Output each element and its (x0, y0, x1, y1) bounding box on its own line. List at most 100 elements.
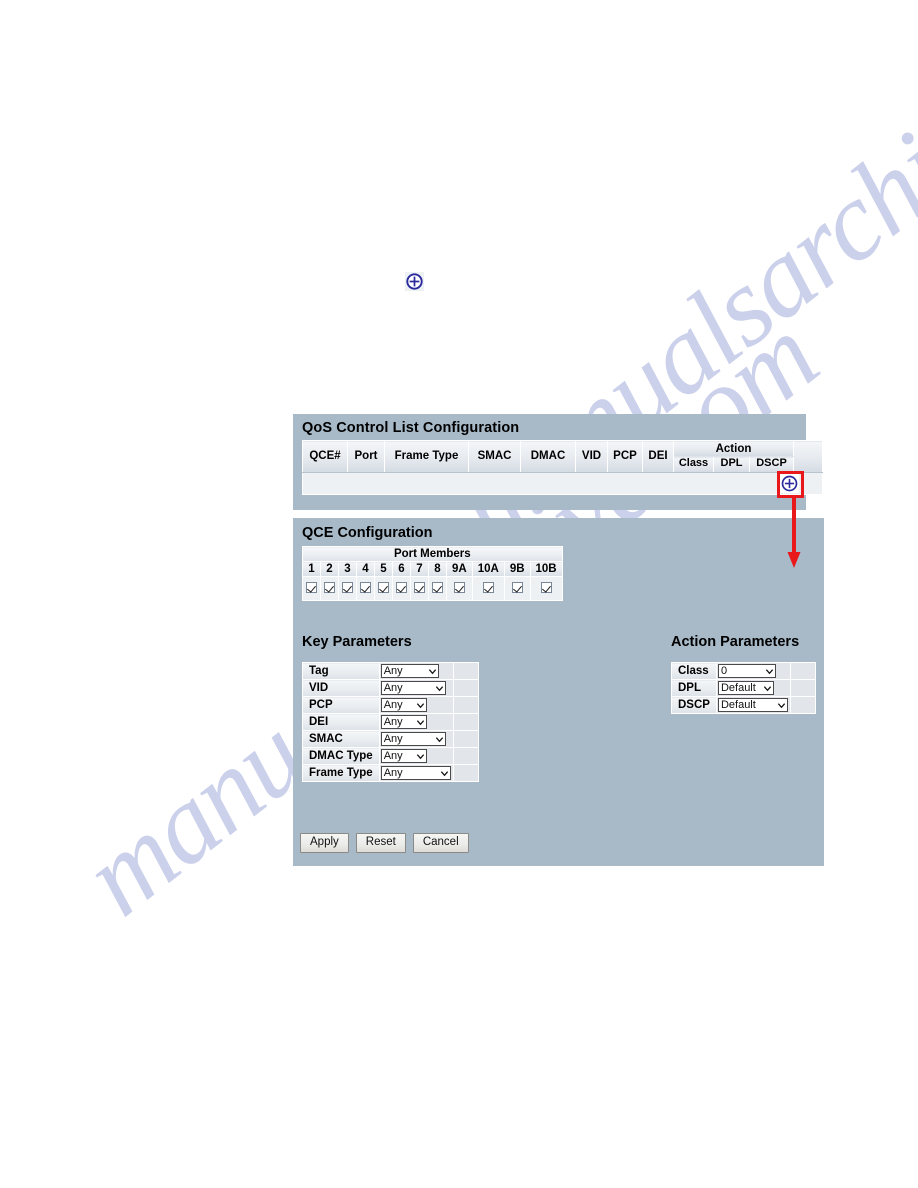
port-checkbox-cell-5[interactable] (374, 576, 393, 601)
key-label-dmac-type: DMAC Type (302, 747, 380, 765)
vid-select[interactable]: Any (380, 681, 446, 695)
key-spacer-smac (452, 730, 479, 748)
key-label-vid: VID (302, 679, 380, 697)
chevron-down-icon (440, 770, 448, 776)
port-checkbox-cell-6[interactable] (392, 576, 411, 601)
port-checkbox-4[interactable] (360, 582, 371, 594)
tag-select[interactable]: Any (380, 664, 439, 678)
col-qce-number: QCE# (302, 440, 348, 473)
key-label-tag: Tag (302, 662, 380, 680)
action-parameters-heading: Action Parameters (671, 634, 800, 650)
port-checkbox-10a[interactable] (482, 582, 494, 594)
port-numbers-row: 1 2 3 4 5 6 7 8 9A 10A 9B 10B (302, 561, 563, 577)
apply-button[interactable]: Apply (300, 833, 349, 853)
key-label-dei: DEI (302, 713, 380, 731)
key-param-row-smac: SMAC Any (302, 730, 479, 748)
port-checkbox-10b[interactable] (540, 582, 552, 594)
col-action-dpl: DPL (713, 456, 750, 473)
port-checkbox-cell-8[interactable] (428, 576, 447, 601)
key-field-tag[interactable]: Any (378, 662, 454, 680)
frame-type-select-value: Any (383, 767, 403, 779)
pcp-select[interactable]: Any (380, 698, 427, 712)
cancel-button[interactable]: Cancel (412, 833, 469, 853)
chevron-down-icon (435, 685, 443, 691)
action-field-class[interactable]: 0 (715, 662, 791, 680)
action-spacer-dpl (789, 679, 816, 697)
smac-select[interactable]: Any (380, 732, 446, 746)
port-checkbox-cell-3[interactable] (338, 576, 357, 601)
key-field-pcp[interactable]: Any (378, 696, 454, 714)
col-smac: SMAC (468, 440, 521, 473)
port-checkbox-cell-7[interactable] (410, 576, 429, 601)
port-members-table: Port Members 1 2 3 4 5 6 7 8 9A 10A 9B 1… (302, 546, 563, 601)
dei-select[interactable]: Any (380, 715, 427, 729)
port-checkbox-8[interactable] (432, 582, 443, 594)
port-checkbox-cell-10b[interactable] (529, 576, 563, 601)
chevron-down-icon (777, 702, 786, 708)
panel-title: QCE Configuration (302, 525, 433, 541)
port-checkbox-cell-4[interactable] (356, 576, 375, 601)
port-checkbox-6[interactable] (396, 582, 407, 594)
action-label-dpl: DPL (671, 679, 717, 697)
annotation-arrow-icon (787, 497, 801, 568)
port-checkbox-cell-9a[interactable] (446, 576, 473, 601)
key-spacer-tag (452, 662, 479, 680)
dpl-select[interactable]: Default (717, 681, 774, 695)
port-checkbox-9a[interactable] (453, 582, 465, 594)
key-field-smac[interactable]: Any (378, 730, 454, 748)
key-param-row-tag: Tag Any (302, 662, 479, 680)
dmac-type-select[interactable]: Any (380, 749, 427, 763)
col-pcp: PCP (607, 440, 643, 473)
dscp-select[interactable]: Default (717, 698, 788, 712)
port-checkbox-1[interactable] (306, 582, 317, 594)
action-field-dscp[interactable]: Default (715, 696, 791, 714)
port-label-4: 4 (356, 561, 375, 577)
key-label-frame-type: Frame Type (302, 764, 380, 782)
port-label-3: 3 (338, 561, 357, 577)
col-frame-type: Frame Type (384, 440, 469, 473)
class-select[interactable]: 0 (717, 664, 776, 678)
key-field-dei[interactable]: Any (378, 713, 454, 731)
col-action-class: Class (673, 456, 714, 473)
col-action-group: Action (673, 440, 794, 457)
action-field-dpl[interactable]: Default (715, 679, 791, 697)
port-checkboxes-row (302, 576, 563, 601)
table-empty-row (302, 472, 823, 495)
port-label-8: 8 (428, 561, 447, 577)
port-checkbox-5[interactable] (378, 582, 389, 594)
port-checkbox-cell-9b[interactable] (503, 576, 531, 601)
port-checkbox-cell-10a[interactable] (471, 576, 505, 601)
port-label-10b: 10B (529, 561, 563, 577)
key-param-row-vid: VID Any (302, 679, 479, 697)
port-checkbox-9b[interactable] (511, 582, 523, 594)
key-field-frame-type[interactable]: Any (378, 764, 454, 782)
chevron-down-icon (435, 736, 443, 742)
frame-type-select[interactable]: Any (380, 766, 451, 780)
add-plus-icon[interactable] (405, 272, 424, 291)
port-label-5: 5 (374, 561, 393, 577)
plus-circle-icon (405, 272, 424, 291)
port-checkbox-cell-2[interactable] (320, 576, 339, 601)
pcp-select-value: Any (383, 699, 403, 711)
chevron-down-icon (416, 719, 424, 725)
empty-row-cell (302, 472, 823, 495)
qos-control-list-panel: QoS Control List Configuration QCE# Port… (293, 414, 823, 510)
chevron-down-icon (428, 668, 436, 674)
reset-button[interactable]: Reset (355, 833, 406, 853)
action-param-row-class: Class 0 (671, 662, 816, 680)
port-label-9a: 9A (446, 561, 473, 577)
port-checkbox-3[interactable] (342, 582, 353, 594)
dscp-select-value: Default (720, 699, 756, 711)
plus-circle-icon (780, 474, 799, 493)
panel-title: QoS Control List Configuration (302, 420, 520, 436)
key-spacer-vid (452, 679, 479, 697)
key-label-smac: SMAC (302, 730, 380, 748)
port-checkbox-7[interactable] (414, 582, 425, 594)
key-parameters-table: Tag Any VID Any PCP Any DEI Any SMAC Any… (302, 662, 479, 782)
port-checkbox-2[interactable] (324, 582, 335, 594)
port-checkbox-cell-1[interactable] (302, 576, 321, 601)
key-field-dmac-type[interactable]: Any (378, 747, 454, 765)
key-spacer-dei (452, 713, 479, 731)
qcl-add-entry-button[interactable] (780, 474, 799, 493)
key-field-vid[interactable]: Any (378, 679, 454, 697)
